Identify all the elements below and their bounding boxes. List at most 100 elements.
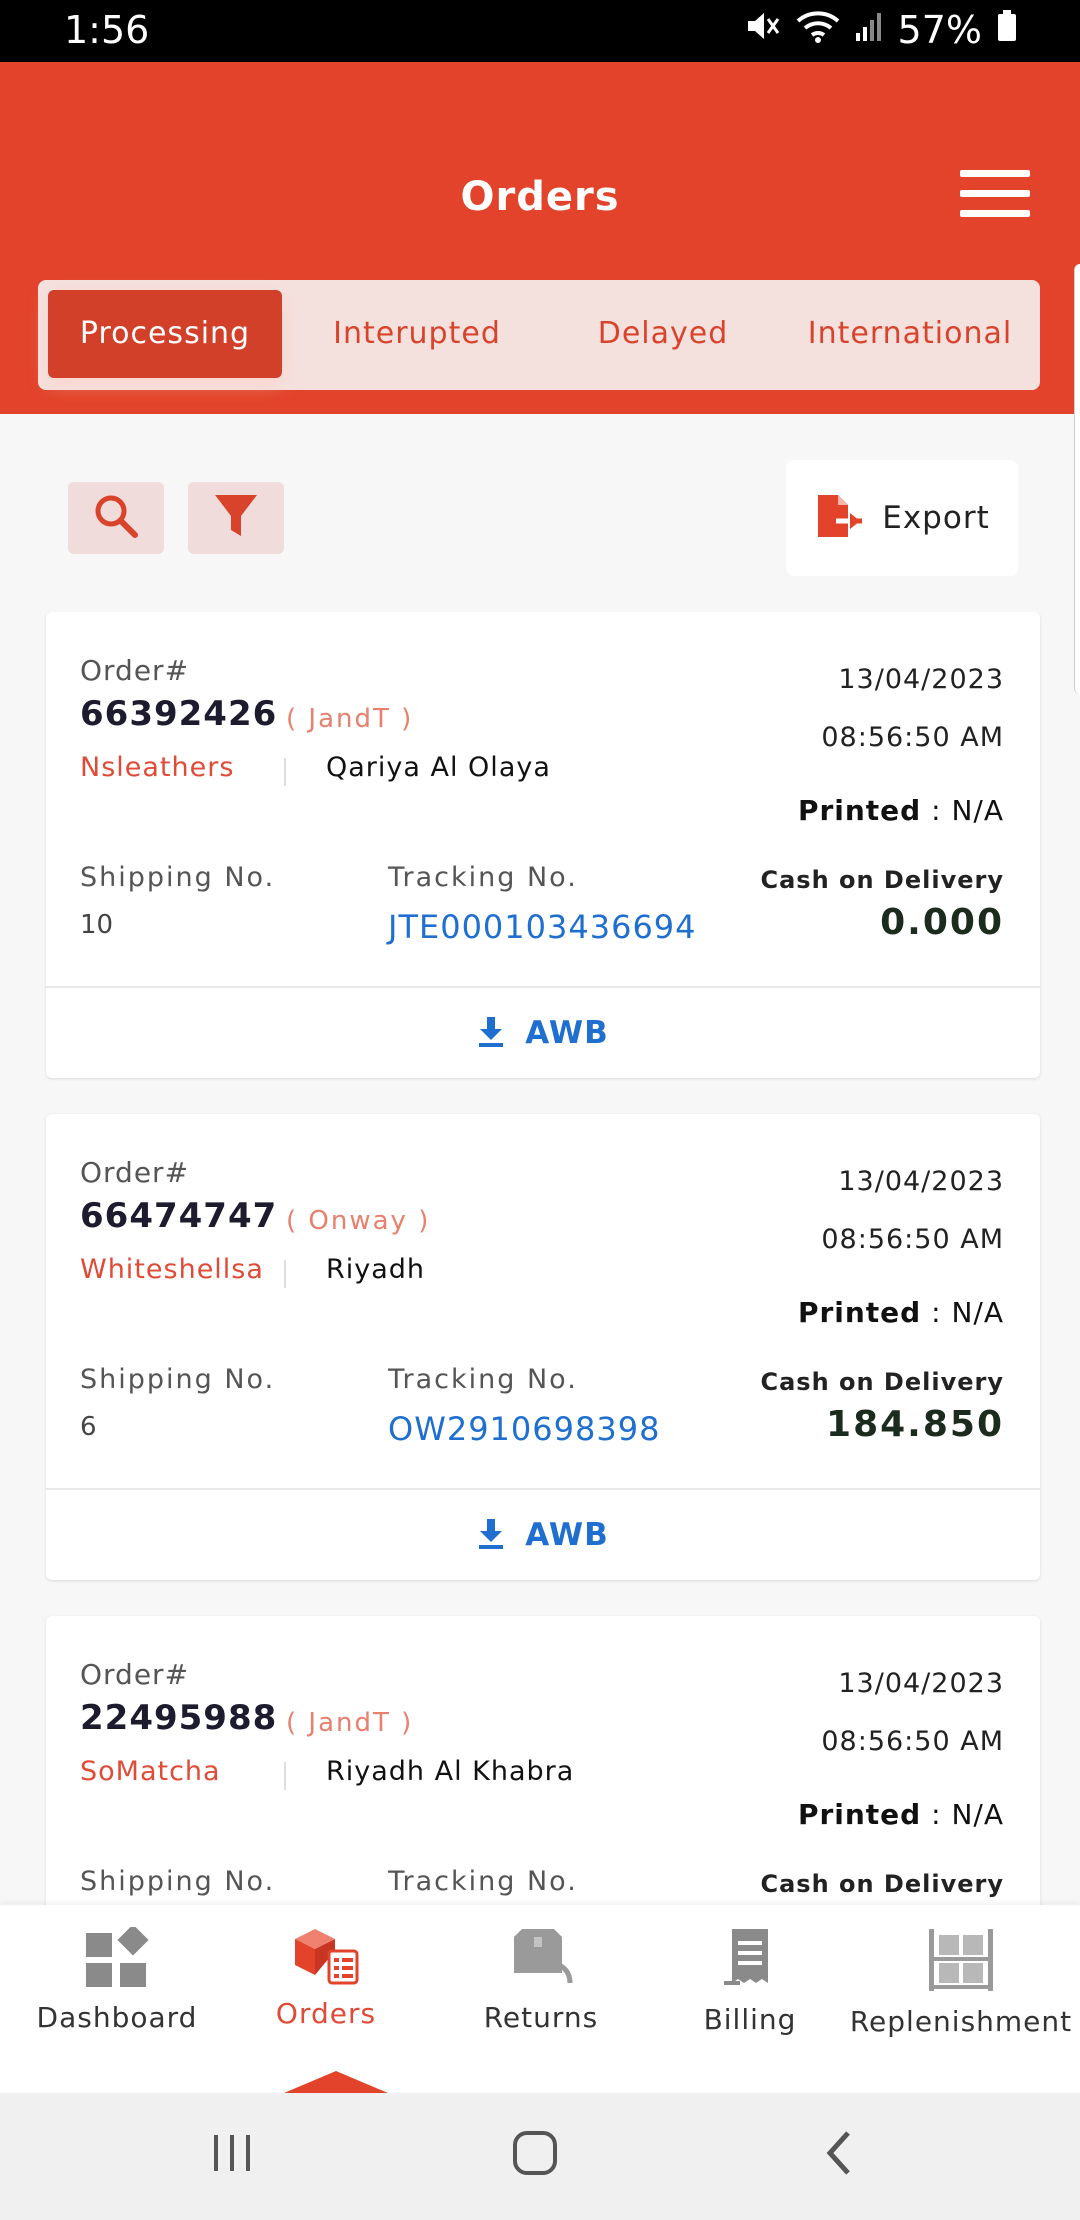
shipping-label: Shipping No. (80, 1364, 276, 1395)
nav-label: Replenishment (849, 2005, 1073, 2038)
cod-label: Cash on Delivery (760, 1870, 1004, 1898)
active-nav-indicator (284, 2071, 388, 2093)
printed-value: : N/A (931, 794, 1004, 827)
status-icons: 57% (744, 8, 1018, 52)
order-card[interactable]: Order# 22495988 ( JandT ) SoMatcha Riyad… (46, 1616, 1040, 1905)
page-title: Orders (460, 174, 620, 220)
order-time: 08:56:50 AM (821, 1224, 1004, 1255)
download-icon (477, 1015, 505, 1051)
carrier-name: ( JandT ) (286, 1708, 414, 1738)
printed-status: Printed : N/A (798, 1296, 1004, 1329)
nav-replenishment[interactable]: Replenishment (848, 1927, 1074, 2038)
shipping-label: Shipping No. (80, 1866, 276, 1897)
filter-icon (213, 492, 259, 544)
printed-value: : N/A (931, 1798, 1004, 1831)
export-label: Export (882, 500, 990, 536)
carrier-name: ( JandT ) (286, 704, 414, 734)
order-date: 13/04/2023 (838, 1668, 1004, 1699)
carrier-name: ( Onway ) (286, 1206, 431, 1236)
store-name: Nsleathers (80, 752, 235, 783)
status-bar: 1:56 57% (0, 0, 1080, 62)
divider (284, 1260, 286, 1288)
status-time: 1:56 (64, 8, 150, 52)
nav-returns[interactable]: Returns (446, 1927, 636, 2034)
store-name: SoMatcha (80, 1756, 221, 1787)
awb-label: AWB (525, 1015, 609, 1051)
menu-icon[interactable] (960, 170, 1030, 218)
battery-percent: 57% (897, 8, 982, 52)
tab-processing[interactable]: Processing (48, 290, 282, 378)
billing-icon (720, 1929, 780, 1995)
order-list: Order# 66392426 ( JandT ) Nsleathers Qar… (0, 612, 1080, 1905)
system-nav-bar (0, 2093, 1080, 2220)
order-number: 66392426 (80, 694, 278, 734)
app-header: Orders Processing Interupted Delayed Int… (0, 62, 1080, 414)
filter-button[interactable] (188, 482, 284, 554)
awb-label: AWB (525, 1517, 609, 1553)
recent-apps-icon[interactable] (210, 2123, 254, 2187)
tracking-link[interactable]: JTE000103436694 (388, 908, 697, 946)
printed-label: Printed (797, 1798, 922, 1831)
tracking-label: Tracking No. (388, 862, 578, 893)
city-name: Riyadh (326, 1254, 426, 1285)
city-name: Riyadh Al Khabra (326, 1756, 575, 1787)
nav-billing[interactable]: Billing (660, 1927, 840, 2036)
order-number: 22495988 (80, 1698, 278, 1738)
order-card[interactable]: Order# 66392426 ( JandT ) Nsleathers Qar… (46, 612, 1040, 1078)
tab-delayed[interactable]: Delayed (558, 290, 768, 378)
printed-status: Printed : N/A (798, 1798, 1004, 1831)
nav-orders[interactable]: Orders (236, 1927, 416, 2030)
cod-label: Cash on Delivery (760, 866, 1004, 894)
nav-label: Dashboard (36, 2001, 198, 2034)
order-label: Order# (80, 1658, 190, 1691)
tracking-label: Tracking No. (388, 1866, 578, 1897)
order-label: Order# (80, 654, 190, 687)
dashboard-icon (84, 1924, 150, 1993)
order-card[interactable]: Order# 66474747 ( Onway ) Whiteshellsa R… (46, 1114, 1040, 1580)
orders-icon (293, 1929, 359, 1989)
order-time: 08:56:50 AM (821, 722, 1004, 753)
export-button[interactable]: Export (786, 460, 1018, 576)
shipping-label: Shipping No. (80, 862, 276, 893)
order-date: 13/04/2023 (838, 1166, 1004, 1197)
printed-label: Printed (797, 794, 922, 827)
tracking-link[interactable]: OW2910698398 (388, 1410, 660, 1448)
order-time: 08:56:50 AM (821, 1726, 1004, 1757)
order-number: 66474747 (80, 1196, 278, 1236)
tracking-label: Tracking No. (388, 1364, 578, 1395)
wifi-icon (796, 8, 840, 52)
replenishment-icon (927, 1929, 995, 1997)
printed-value: : N/A (931, 1296, 1004, 1329)
printed-status: Printed : N/A (798, 794, 1004, 827)
nav-label: Billing (703, 2003, 797, 2036)
divider (284, 758, 286, 786)
tab-interupted[interactable]: Interupted (300, 290, 534, 378)
signal-icon (854, 8, 884, 52)
export-icon (814, 493, 864, 543)
cod-label: Cash on Delivery (760, 1368, 1004, 1396)
bottom-nav: Dashboard Orders Returns Billing Repleni… (0, 1905, 1080, 2093)
cod-amount: 184.850 (826, 1404, 1004, 1445)
awb-download-button[interactable]: AWB (46, 1488, 1040, 1580)
shipping-number: 6 (80, 1412, 97, 1442)
tab-international[interactable]: International (790, 290, 1030, 378)
nav-label: Orders (275, 1997, 377, 2030)
returns-icon (508, 1929, 574, 1993)
mute-icon (744, 8, 782, 52)
search-icon (91, 491, 141, 545)
shipping-number: 10 (80, 910, 114, 940)
home-icon[interactable] (510, 2123, 560, 2187)
order-label: Order# (80, 1156, 190, 1189)
download-icon (477, 1517, 505, 1553)
status-tabs: Processing Interupted Delayed Internatio… (38, 280, 1040, 390)
nav-label: Returns (483, 2001, 599, 2034)
order-date: 13/04/2023 (838, 664, 1004, 695)
awb-download-button[interactable]: AWB (46, 986, 1040, 1078)
printed-label: Printed (797, 1296, 922, 1329)
nav-dashboard[interactable]: Dashboard (20, 1924, 214, 2034)
city-name: Qariya Al Olaya (326, 752, 551, 783)
back-icon[interactable] (820, 2123, 856, 2187)
divider (284, 1762, 286, 1790)
search-button[interactable] (68, 482, 164, 554)
cod-amount: 0.000 (880, 902, 1004, 943)
